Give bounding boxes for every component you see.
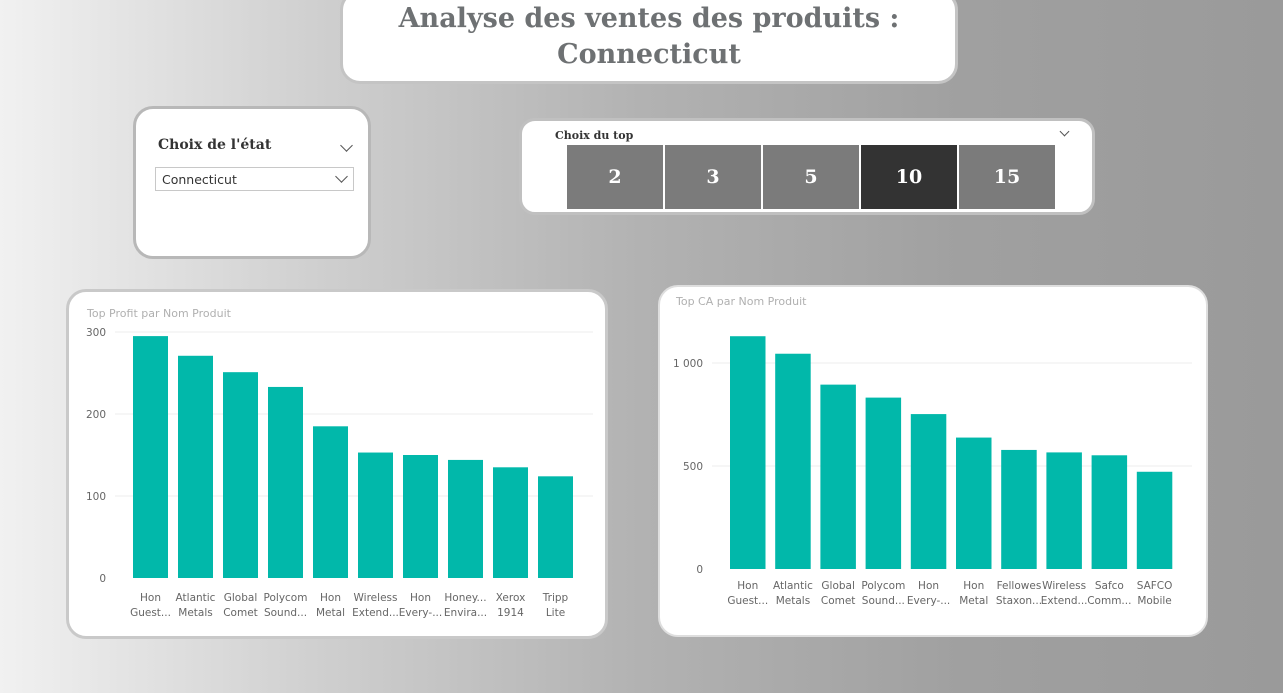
x-tick-label: Sound...	[862, 595, 905, 607]
bar[interactable]	[820, 384, 856, 569]
bar[interactable]	[493, 467, 528, 578]
bar[interactable]	[268, 386, 303, 578]
bar[interactable]	[358, 452, 393, 578]
x-tick-label: Every-...	[907, 595, 950, 607]
x-tick-label: Hon	[963, 580, 984, 592]
chevron-down-icon	[335, 170, 348, 183]
x-tick-label: Extend...	[1041, 595, 1088, 607]
x-tick-label: Honey...	[444, 592, 486, 604]
bar[interactable]	[910, 414, 947, 569]
x-tick-label: Tripp	[542, 592, 569, 604]
top-option-2[interactable]: 2	[567, 145, 663, 209]
ca-chart-card[interactable]: Top CA par Nom Produit 0 500 1 000 Hon Guest…	[658, 285, 1208, 637]
x-tick-label: Lite	[546, 607, 565, 619]
top-option-3[interactable]: 3	[665, 145, 761, 209]
x-tick-label: Polycom	[861, 580, 905, 592]
bar[interactable]	[1091, 455, 1128, 569]
bar[interactable]	[1136, 471, 1173, 569]
state-slicer-collapse-chevron-icon[interactable]	[340, 139, 353, 152]
x-tick-label: Mobile	[1137, 595, 1171, 607]
bar[interactable]	[1046, 452, 1082, 569]
top-slicer-header: Choix du top	[555, 129, 634, 142]
bar[interactable]	[223, 372, 258, 578]
x-tick-label: Global	[224, 592, 258, 604]
x-tick-label: Metal	[959, 595, 988, 607]
state-dropdown[interactable]: Connecticut	[155, 167, 354, 191]
x-tick-label: SAFCO	[1137, 580, 1173, 592]
bar[interactable]	[313, 426, 348, 578]
bar[interactable]	[133, 336, 168, 578]
report-title: Analyse des ventes des produits : Connec…	[343, 0, 955, 73]
x-tick-label: Polycom	[264, 592, 308, 604]
x-tick-label: Sound...	[264, 607, 307, 619]
y-tick-label: 500	[683, 461, 703, 473]
x-tick-label: Comet	[223, 607, 258, 619]
bar[interactable]	[403, 455, 438, 578]
profit-bar-chart: 0 100 200 300 Hon Guest... Atlantic Metals Globa…	[86, 327, 593, 619]
y-tick-label: 300	[86, 327, 106, 339]
x-tick-label: Metals	[776, 595, 810, 607]
y-tick-label: 0	[99, 573, 106, 585]
x-tick-label: Extend...	[352, 607, 399, 619]
top-slicer-card: Choix du top 2 3 5 10 15	[519, 118, 1095, 215]
x-tick-label: Comet	[821, 595, 856, 607]
top-option-15[interactable]: 15	[959, 145, 1055, 209]
x-tick-label: Metals	[178, 607, 212, 619]
x-tick-label: Comm...	[1087, 595, 1131, 607]
top-option-10[interactable]: 10	[861, 145, 957, 209]
bar[interactable]	[956, 437, 992, 569]
x-tick-label: Hon	[140, 592, 161, 604]
top-slicer-collapse-chevron-icon[interactable]	[1059, 126, 1070, 137]
report-title-line-2: Connecticut	[557, 39, 741, 70]
x-tick-label: Wireless	[1042, 580, 1086, 592]
x-tick-label: Guest...	[130, 607, 171, 619]
bar[interactable]	[865, 397, 902, 569]
x-tick-label: Hon	[918, 580, 939, 592]
x-tick-label: Safco	[1095, 580, 1124, 592]
x-tick-label: Wireless	[354, 592, 398, 604]
bar[interactable]	[178, 355, 213, 578]
x-tick-label: Hon	[737, 580, 758, 592]
x-tick-label: Envira...	[444, 607, 487, 619]
y-tick-label: 0	[696, 564, 703, 576]
bar[interactable]	[538, 476, 573, 578]
y-tick-label: 200	[86, 409, 106, 421]
x-tick-label: Fellowes	[997, 580, 1042, 592]
bar[interactable]	[775, 353, 811, 569]
top-option-5[interactable]: 5	[763, 145, 859, 209]
y-tick-label: 100	[86, 491, 106, 503]
top-slicer-tiles: 2 3 5 10 15	[567, 145, 1055, 209]
x-tick-label: Metal	[316, 607, 345, 619]
state-slicer-card: Choix de l'état Connecticut	[133, 106, 371, 259]
x-tick-label: Global	[821, 580, 855, 592]
bar[interactable]	[730, 336, 766, 569]
bar[interactable]	[1001, 449, 1037, 569]
x-tick-label: Guest...	[727, 595, 768, 607]
x-tick-label: Every-...	[399, 607, 442, 619]
x-tick-label: Staxon...	[996, 595, 1042, 607]
x-tick-label: Xerox	[496, 592, 526, 604]
profit-chart-card[interactable]: Top Profit par Nom Produit 0 100 200 300 Hon…	[66, 289, 608, 639]
x-tick-label: Hon	[320, 592, 341, 604]
state-dropdown-value: Connecticut	[162, 172, 237, 187]
report-title-card: Analyse des ventes des produits : Connec…	[340, 0, 958, 84]
x-tick-label: Atlantic	[176, 592, 216, 604]
report-title-line-1: Analyse des ventes des produits :	[398, 3, 900, 34]
state-slicer-header: Choix de l'état	[158, 137, 272, 153]
x-tick-label: Hon	[410, 592, 431, 604]
y-tick-label: 1 000	[673, 358, 703, 370]
x-tick-label: 1914	[497, 607, 524, 619]
bar[interactable]	[448, 459, 483, 578]
x-tick-label: Atlantic	[773, 580, 813, 592]
ca-bar-chart: 0 500 1 000 Hon Guest... Atlantic Metals Global…	[673, 336, 1192, 607]
